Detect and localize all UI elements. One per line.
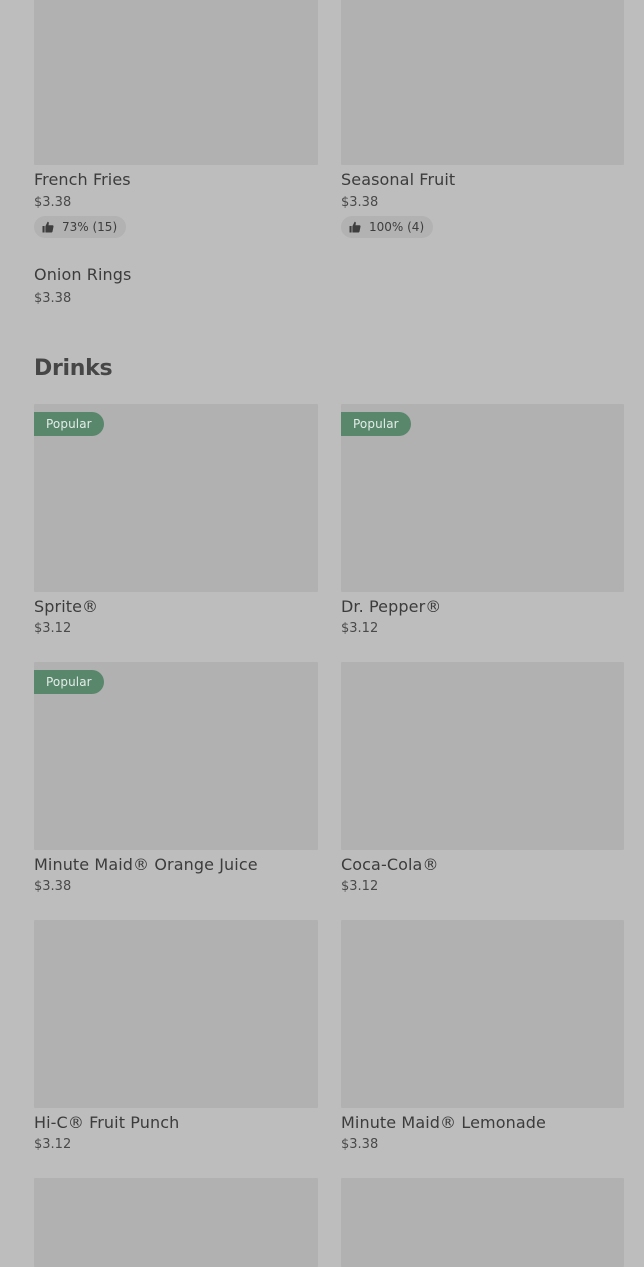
thumbs-up-icon xyxy=(349,221,361,233)
item-image-placeholder[interactable] xyxy=(341,0,624,165)
item-image-placeholder[interactable] xyxy=(341,662,624,850)
item-price: $3.12 xyxy=(34,621,72,636)
item-image-placeholder[interactable] xyxy=(341,1178,624,1267)
item-image-placeholder[interactable] xyxy=(34,0,318,165)
item-price: $3.12 xyxy=(341,621,379,636)
item-price: $3.38 xyxy=(341,195,379,210)
item-price: $3.38 xyxy=(341,1137,379,1152)
item-image-placeholder[interactable] xyxy=(34,920,318,1108)
thumbs-up-icon xyxy=(42,221,54,233)
item-name: Sprite® xyxy=(34,597,99,616)
item-name: Coca-Cola® xyxy=(341,855,439,874)
item-name: Seasonal Fruit xyxy=(341,170,456,189)
item-name: Hi-C® Fruit Punch xyxy=(34,1113,180,1132)
item-image-placeholder[interactable] xyxy=(34,1178,318,1267)
item-name: Minute Maid® Orange Juice xyxy=(34,855,258,874)
rating-pill: 100% (4) xyxy=(341,216,434,238)
item-name: Onion Rings xyxy=(34,265,132,284)
popular-badge: Popular xyxy=(34,412,104,436)
item-price: $3.12 xyxy=(34,1137,72,1152)
popular-badge: Popular xyxy=(341,412,411,436)
popular-badge: Popular xyxy=(34,670,104,694)
item-name: Minute Maid® Lemonade xyxy=(341,1113,546,1132)
item-price: $3.12 xyxy=(341,879,379,894)
item-name: Dr. Pepper® xyxy=(341,597,442,616)
item-price: $3.38 xyxy=(34,195,72,210)
item-price: $3.38 xyxy=(34,291,72,306)
rating-pill: 73% (15) xyxy=(34,216,127,238)
rating-text: 73% (15) xyxy=(62,220,118,234)
item-image-placeholder[interactable] xyxy=(341,920,624,1108)
rating-text: 100% (4) xyxy=(369,220,425,234)
item-price: $3.38 xyxy=(34,879,72,894)
item-name: French Fries xyxy=(34,170,131,189)
section-title-drinks: Drinks xyxy=(34,356,113,381)
menu-page: French Fries $3.38 73% (15) Seasonal Fru… xyxy=(0,0,644,1267)
